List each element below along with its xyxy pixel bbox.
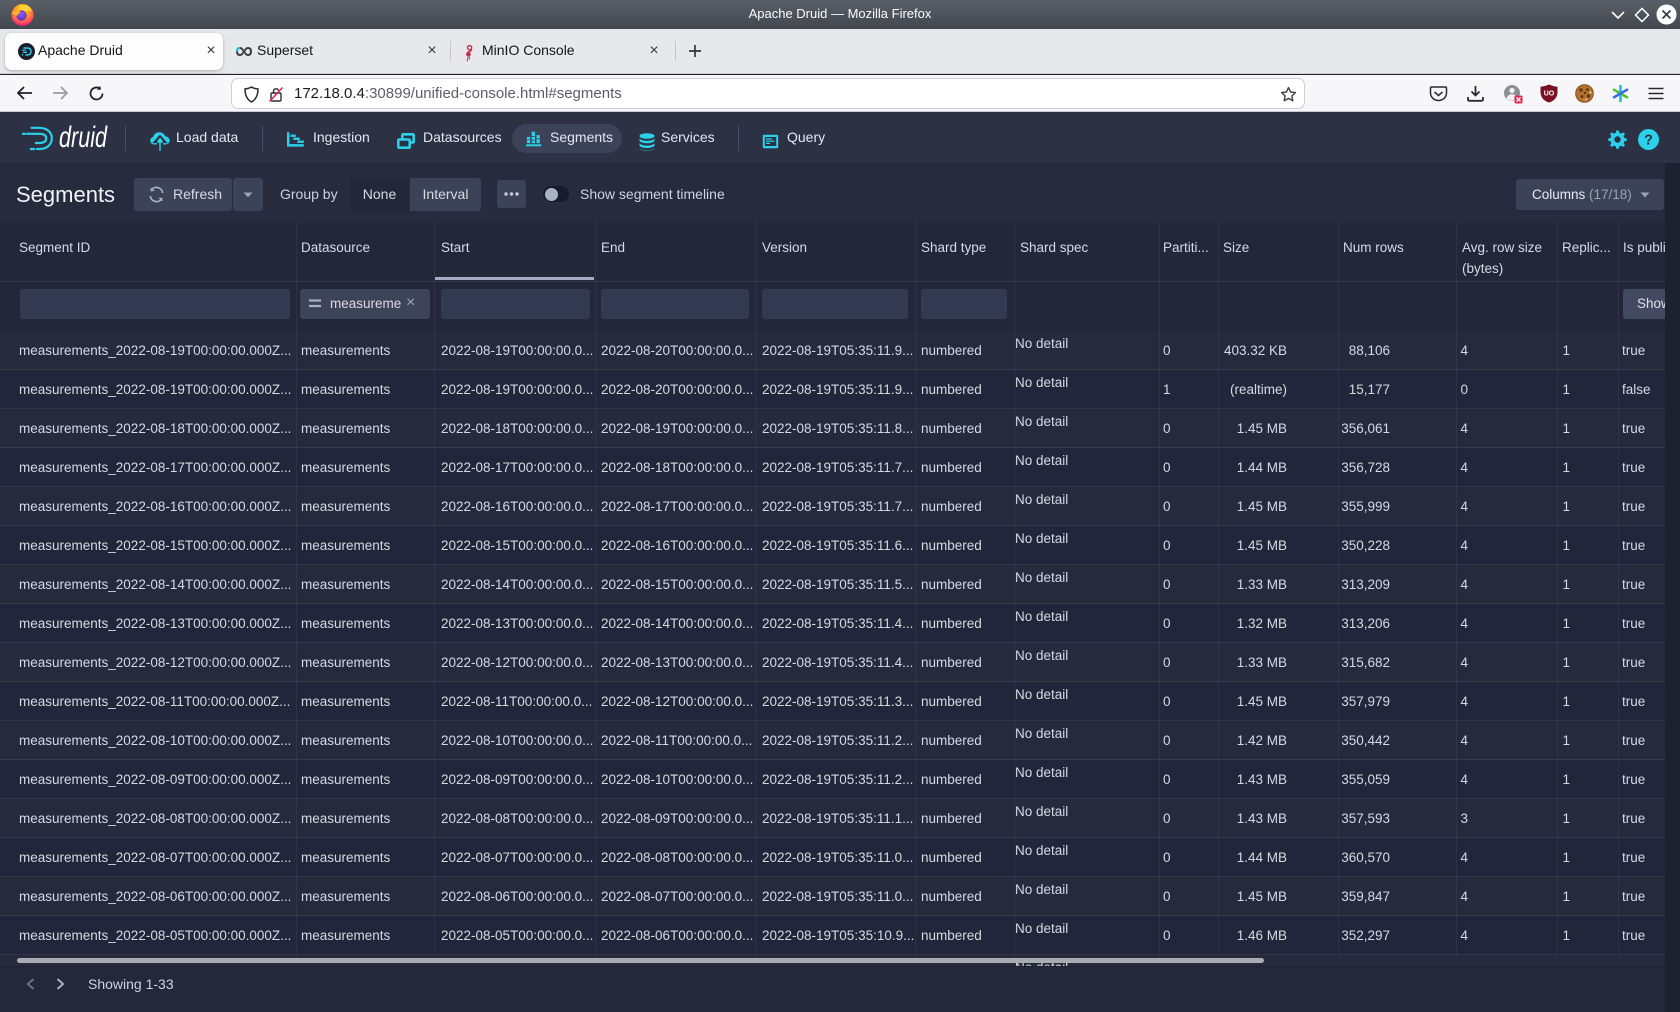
svg-text:UO: UO [1544, 91, 1555, 98]
svg-text:?: ? [1644, 132, 1653, 148]
